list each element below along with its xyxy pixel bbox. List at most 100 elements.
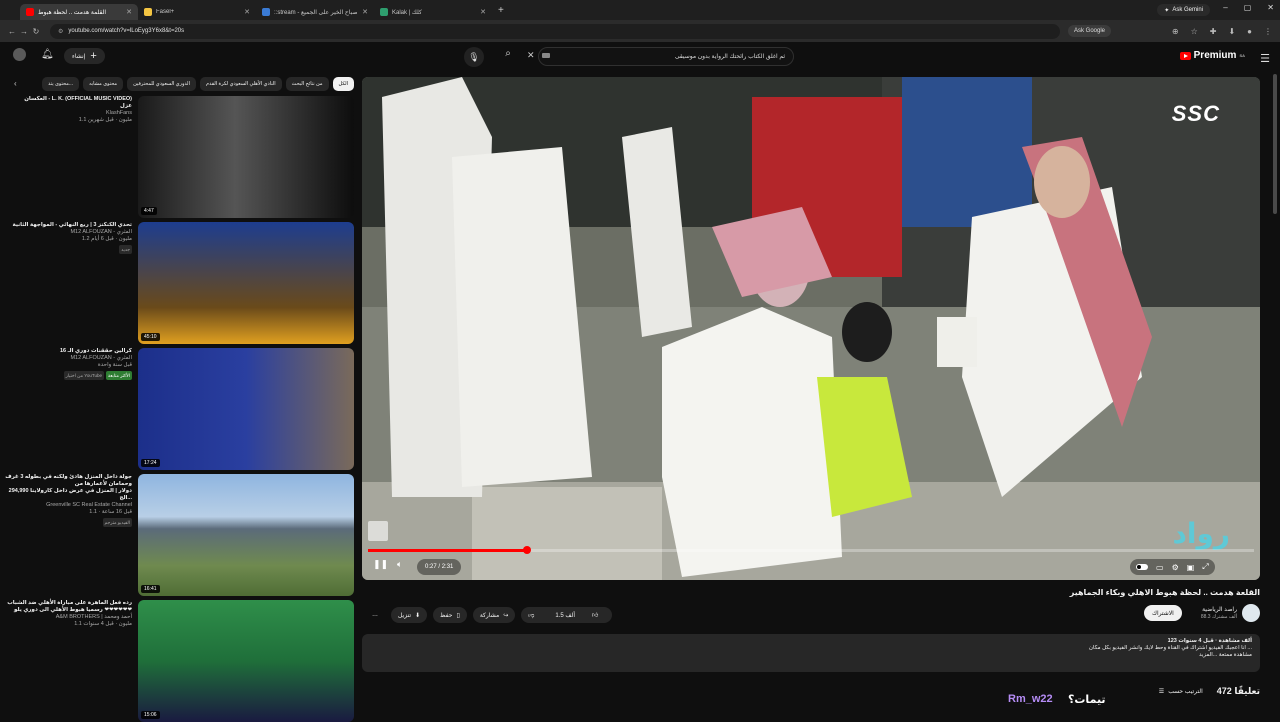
recommendation-item[interactable]: تحدي الكنكنز 3 | ربع النهائي - المواجهة …	[0, 222, 360, 344]
forward-icon[interactable]: →	[18, 27, 30, 36]
page-scrollbar[interactable]	[1273, 74, 1277, 214]
share-label: مشاركة	[479, 612, 500, 619]
doc-icon	[380, 8, 388, 16]
filter-chips: الكل من نتائج البحث النادي الأهلي السعودي …	[12, 76, 354, 92]
maximize-icon[interactable]: ▢	[1244, 3, 1252, 12]
dislike-button[interactable]: 👎︎	[521, 611, 541, 619]
url-text: youtube.com/watch?v=lLoEyg3Y6x8&t=20s	[68, 28, 185, 34]
filter-chip[interactable]: محتوى يتذ...	[42, 77, 80, 91]
premium-country: SA	[1239, 53, 1245, 58]
close-tab-icon[interactable]: ✕	[362, 8, 368, 16]
ask-google-button[interactable]: Ask Google	[1068, 25, 1112, 37]
notifications-bell-icon[interactable]: 🔔︎	[41, 49, 54, 60]
volume-icon[interactable]: 🔈︎	[397, 559, 402, 570]
browser-tab[interactable]: القلمة هدمت .. لحظة هبوط ✕	[20, 4, 138, 20]
recommendation-item[interactable]: رده فعل الماهرة على مباراة الأهلي ضد الش…	[0, 600, 360, 722]
recommendation-item[interactable]: كرالين حققنات دوري الـ 16 M12 ALFOUZAN - …	[0, 348, 360, 470]
recommendation-info: رده فعل الماهرة على مباراة الأهلي ضد الش…	[0, 600, 132, 628]
stream-overlay-question: تيمات؟	[1068, 694, 1106, 706]
browser-menu-icon[interactable]: ⋮	[1264, 27, 1272, 36]
ask-gemini-button[interactable]: ✦ Ask Gemini	[1157, 4, 1210, 16]
browser-tab[interactable]: ::stream - صباح الخير على الجميع ✕	[256, 4, 374, 20]
bookmark-icon: ▯	[456, 612, 460, 619]
recommendation-item[interactable]: جولة داخل المنزل هادئ ولكنه في بطوله 3 غ…	[0, 474, 360, 596]
hamburger-menu-icon[interactable]: ☰	[1260, 52, 1270, 65]
voice-search-mic-icon[interactable]: 🎙︎	[464, 47, 484, 67]
video-thumbnail[interactable]: 45:10	[138, 222, 354, 344]
video-thumbnail[interactable]: 16:41	[138, 474, 354, 596]
recommendation-meta: 1.1 · قبل 16 ساعة	[89, 509, 132, 515]
download-icon[interactable]: ⬇	[1228, 27, 1235, 36]
reload-icon[interactable]: ↻	[30, 27, 42, 36]
search-icon[interactable]: ⌕	[499, 48, 517, 65]
previous-thumbnail[interactable]	[368, 521, 388, 541]
filter-chip[interactable]: الكل	[332, 77, 354, 91]
youtube-premium-logo[interactable]: Premium SA	[1179, 50, 1245, 61]
url-field[interactable]: ⚙ youtube.com/watch?v=lLoEyg3Y6x8&t=20s	[50, 23, 1060, 39]
video-title: القلعة هدمت .. لحظة هبوط الاهلي وبكاء ال…	[1069, 588, 1260, 597]
video-thumbnail[interactable]: 15:06	[138, 600, 354, 722]
recommendation-title: تحدي الكنكنز 3 | ربع النهائي - المواجهة …	[12, 222, 132, 228]
close-window-icon[interactable]: ✕	[1267, 3, 1274, 12]
bookmark-star-icon[interactable]: ☆	[1191, 27, 1198, 36]
profile-icon[interactable]: ●	[1247, 27, 1252, 36]
more-actions-button[interactable]: …	[365, 607, 385, 623]
save-button[interactable]: حفظ ▯	[433, 607, 467, 623]
recommendation-title-line-2: 294,990 دولار | المنزل في عرض داخل كارول…	[8, 488, 132, 501]
subscribe-button[interactable]: الاشتراك	[1144, 605, 1182, 621]
browser-tab[interactable]: Kalak | كلك ✕	[374, 4, 492, 20]
current-time: 0:27	[425, 564, 437, 570]
close-tab-icon[interactable]: ✕	[244, 8, 250, 16]
keyboard-icon[interactable]	[542, 53, 550, 58]
description-box[interactable]: 123 ألف مشاهدة · قبل 4 سنوات انا اعجبك ا…	[362, 634, 1260, 672]
video-thumbnail[interactable]: 4:47	[138, 96, 354, 218]
recommendation-badge: الفيديو مترجم	[102, 518, 132, 527]
sort-comments-button[interactable]: ☰ الترتيب حسب	[1159, 688, 1203, 695]
tab-title: Kalak | كلك	[392, 9, 422, 16]
clear-search-icon[interactable]: ✕	[527, 50, 535, 61]
settings-gear-icon[interactable]: ⚙	[1172, 563, 1179, 572]
like-button[interactable]: 1.5 ألف 👍︎	[541, 611, 612, 620]
browser-tab[interactable]: Fasel+ ✕	[138, 4, 256, 20]
search-input[interactable]: ثم اغلق الكتاب رائحتك الرواية بدون موسيق…	[538, 47, 794, 66]
site-info-icon[interactable]: ⚙	[58, 28, 63, 35]
extensions-icon[interactable]: ✚	[1210, 27, 1217, 36]
install-icon[interactable]: ⊕	[1172, 27, 1179, 36]
close-tab-icon[interactable]: ✕	[480, 8, 486, 16]
duration-badge: 4:47	[141, 207, 157, 215]
share-button[interactable]: مشاركة ↪	[472, 607, 516, 623]
minimize-icon[interactable]: –	[1223, 3, 1227, 12]
subtitles-icon[interactable]: ▭	[1156, 563, 1164, 572]
recommendation-item[interactable]: العكسان - L. K. (OFFICIAL MUSIC VIDEO) عز…	[0, 96, 360, 218]
youtube-logo-icon	[1179, 51, 1191, 60]
video-frame	[362, 77, 1260, 580]
channel-name[interactable]: راصد الرياضية	[1201, 606, 1237, 614]
recommendation-info: العكسان - L. K. (OFFICIAL MUSIC VIDEO) عز…	[0, 96, 132, 124]
filter-chip[interactable]: من نتائج البحث	[285, 77, 329, 91]
recommendation-info: تحدي الكنكنز 3 | ربع النهائي - المواجهة …	[0, 222, 132, 254]
fullscreen-icon[interactable]: ⤢	[1202, 562, 1208, 572]
autoplay-toggle[interactable]	[1136, 564, 1148, 570]
subscriber-count: 88.3 ألف مشترك	[1200, 614, 1237, 620]
recommendation-meta: 1.1 مليون · قبل شهرين	[78, 117, 132, 123]
player-right-controls: ▭ ⚙ ▣ ⤢	[1130, 559, 1215, 575]
filter-chip[interactable]: الدوري السعودي للمحترفين	[127, 77, 196, 91]
channel-avatar[interactable]	[1242, 604, 1260, 622]
download-button[interactable]: تنزيل ⬇	[391, 607, 428, 623]
video-player[interactable]: SSC رواد ❚❚ 🔈︎ 0:27 / 2:31 ▭ ⚙ ▣ ⤢	[362, 77, 1260, 580]
back-icon[interactable]: ←	[6, 27, 18, 36]
video-thumbnail[interactable]: 17:24	[138, 348, 354, 470]
browser-tab-bar: القلمة هدمت .. لحظة هبوط ✕ Fasel+ ✕::stream…	[0, 0, 1280, 20]
theater-mode-icon[interactable]: ▣	[1187, 563, 1195, 572]
filter-chip[interactable]: محتوى مشابه	[83, 77, 124, 91]
close-tab-icon[interactable]: ✕	[126, 8, 132, 16]
create-button[interactable]: إنشاء +	[64, 48, 105, 64]
new-tab-button[interactable]: +	[498, 5, 504, 16]
avatar[interactable]	[13, 48, 26, 61]
filter-chip[interactable]: النادي الأهلي السعودي لكرة القدم	[199, 77, 282, 91]
duration-badge: 17:24	[141, 459, 160, 467]
premium-label: Premium	[1193, 50, 1237, 61]
pause-icon[interactable]: ❚❚	[373, 559, 388, 570]
tab-title: Fasel+	[156, 9, 175, 15]
progress-bar[interactable]	[368, 546, 1254, 554]
